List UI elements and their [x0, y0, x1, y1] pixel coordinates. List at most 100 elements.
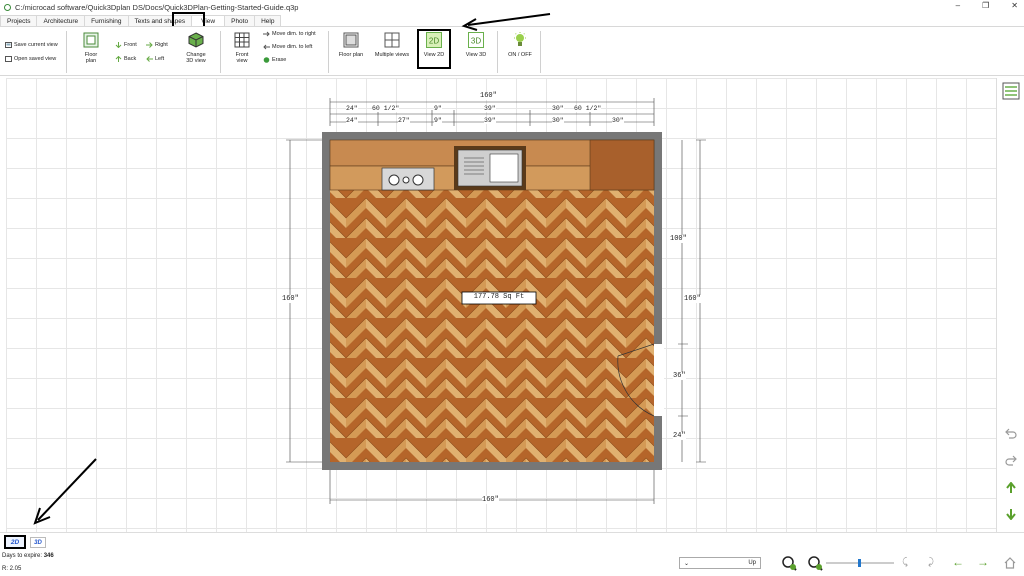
undo-icon[interactable] [1005, 428, 1017, 440]
separator [66, 31, 67, 73]
change-3d-view-button[interactable]: Change 3D view [181, 32, 211, 64]
zoom-slider-thumb[interactable] [858, 559, 861, 567]
ribbon-panel: Save current view Open saved view Floor … [0, 26, 1024, 76]
window-title: C:/microcad software/Quick3Dplan DS/Docs… [15, 2, 299, 12]
days-to-expire: Days to expire: 346 [2, 553, 54, 559]
separator [220, 31, 221, 73]
dim-top-3: 9" [434, 105, 442, 112]
title-bar: C:/microcad software/Quick3Dplan DS/Docs… [0, 0, 1024, 14]
dim-top-total: 160" [480, 92, 497, 100]
move-dim-right-button[interactable]: Move dim. to right [263, 31, 316, 37]
redo-icon[interactable] [1005, 455, 1017, 467]
arrow-up-icon[interactable] [1005, 482, 1017, 494]
right-arrow-icon [146, 42, 153, 48]
pan-right-icon[interactable]: → [977, 555, 989, 569]
tab-projects[interactable]: Projects [0, 15, 38, 26]
front-view-label: Front view [235, 52, 249, 64]
front-arrow-icon [115, 42, 122, 48]
pan-left-icon[interactable]: ← [952, 555, 964, 569]
close-button[interactable]: ✕ [1011, 1, 1018, 10]
minimize-button[interactable]: – [956, 1, 960, 10]
svg-text:3D: 3D [471, 37, 481, 46]
dim-right-inner-3: 24" [673, 432, 686, 440]
on-off-label: ON / OFF [508, 52, 532, 58]
tab-photo[interactable]: Photo [224, 15, 256, 26]
view-3d-toggle-label: 3D [34, 539, 42, 546]
multiple-views-label: Multiple views [374, 52, 410, 58]
change-3d-view-label: Change 3D view [186, 52, 206, 64]
arrow-down-icon[interactable] [1005, 508, 1017, 520]
save-current-view-button[interactable]: Save current view [5, 42, 58, 48]
left-button[interactable]: Left [146, 56, 164, 62]
multiple-views-icon [384, 32, 400, 48]
days-value: 346 [43, 553, 54, 559]
dim-right-outer: 160" [684, 295, 701, 303]
erase-button[interactable]: Erase [263, 57, 286, 63]
tab-architecture[interactable]: Architecture [36, 15, 86, 26]
direction-select[interactable]: ⌄ Up [679, 557, 761, 569]
zoom-out-icon[interactable] [807, 555, 823, 571]
rotate-left-icon[interactable]: ⤹ [902, 557, 908, 568]
status-bar: 2D 3D Days to expire: 346 R: 2.05 ⌄ Up ⤹… [0, 532, 1024, 576]
view-3d-button[interactable]: 3D View 3D [462, 32, 490, 58]
floor-plan-label: Floor plan [338, 52, 364, 58]
dim-row2-5: 30" [552, 117, 564, 124]
zoom-in-icon[interactable] [781, 555, 797, 571]
view-2d-highlight [417, 29, 451, 69]
drawing-canvas[interactable]: 160" 24" 60 1/2" 9" 39" 30" 60 1/2" 24" … [6, 78, 996, 532]
separator [540, 31, 541, 73]
dim-row2-4: 39" [484, 117, 496, 124]
erase-icon [263, 57, 270, 63]
floor-plan-view-button[interactable]: Floor plan [77, 32, 105, 64]
open-saved-view-button[interactable]: Open saved view [5, 56, 56, 62]
dim-top-2: 60 1/2" [372, 105, 400, 112]
back-label: Back [124, 56, 137, 62]
dim-bottom: 160" [482, 496, 499, 504]
view-2d-toggle[interactable]: 2D [4, 535, 26, 549]
dim-row2-2: 27" [398, 117, 410, 124]
on-off-button[interactable]: ON / OFF [504, 32, 536, 58]
view-2d-toggle-label: 2D [10, 538, 20, 546]
dim-top-1: 24" [346, 105, 358, 112]
dim-row2-1: 24" [346, 117, 358, 124]
dim-top-5: 30" [552, 105, 564, 112]
dim-top-4: 39" [484, 105, 496, 112]
catalog-icon[interactable] [1002, 82, 1020, 100]
tab-furnishing[interactable]: Furnishing [84, 15, 129, 26]
dim-top-6: 60 1/2" [574, 105, 602, 112]
erase-label: Erase [272, 57, 287, 63]
home-icon[interactable] [1004, 557, 1016, 569]
multiple-views-button[interactable]: Multiple views [372, 32, 412, 58]
move-dim-left-button[interactable]: Move dim. to left [263, 44, 312, 50]
area-label: 177.78 Sq Ft [473, 293, 525, 301]
dim-right-inner-1: 100" [670, 235, 687, 243]
lightbulb-icon [514, 32, 526, 46]
dim-left: 160" [282, 295, 299, 303]
right-label: Right [155, 42, 168, 48]
view-3d-toggle[interactable]: 3D [30, 537, 46, 548]
move-dim-right-label: Move dim. to right [272, 31, 316, 37]
ribbon-tabs: Projects Architecture Furnishing Texts a… [0, 15, 282, 26]
save-current-view-label: Save current view [14, 42, 58, 48]
tab-help[interactable]: Help [254, 15, 282, 26]
restore-button[interactable]: ❐ [982, 1, 989, 10]
separator [497, 31, 498, 73]
front-button[interactable]: Front [115, 42, 137, 48]
zoom-slider[interactable] [826, 559, 894, 567]
cube-icon [188, 32, 204, 48]
floor-plan-button[interactable]: Floor plan [335, 32, 367, 58]
chevron-down-icon: ⌄ [684, 560, 690, 567]
rotate-right-icon[interactable]: ⤸ [928, 557, 934, 568]
front-label: Front [124, 42, 137, 48]
open-view-icon [5, 56, 12, 62]
move-left-icon [263, 44, 270, 50]
left-label: Left [155, 56, 165, 62]
right-button[interactable]: Right [146, 42, 168, 48]
left-arrow-icon [146, 56, 153, 62]
separator [328, 31, 329, 73]
scale-readout: R: 2.05 [2, 566, 22, 572]
back-button[interactable]: Back [115, 56, 136, 62]
days-label: Days to expire: [2, 553, 43, 559]
front-view-button[interactable]: Front view [229, 32, 255, 64]
move-right-icon [263, 31, 270, 37]
